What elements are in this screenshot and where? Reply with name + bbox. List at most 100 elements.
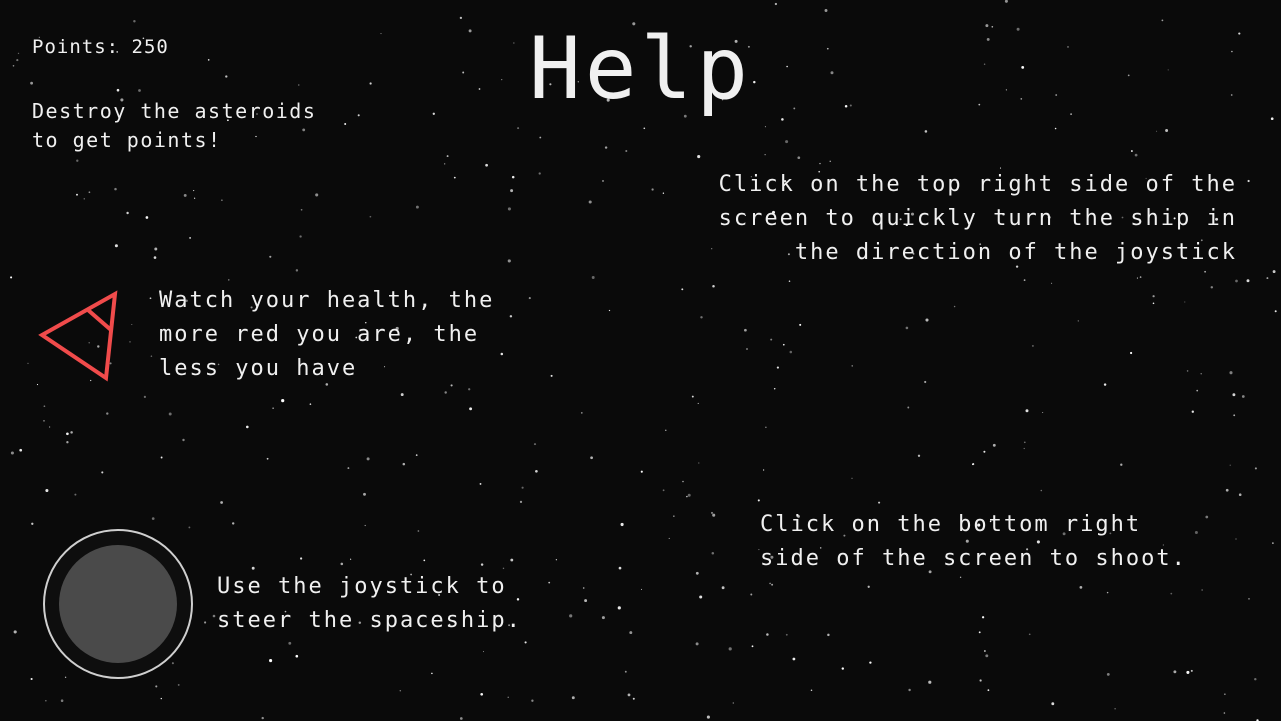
star bbox=[1106, 591, 1109, 594]
star bbox=[153, 256, 157, 259]
star bbox=[662, 489, 665, 492]
star bbox=[114, 187, 117, 191]
ship-triangle-icon bbox=[38, 290, 118, 382]
star bbox=[1247, 179, 1250, 183]
star bbox=[45, 488, 49, 493]
star bbox=[1004, 0, 1008, 3]
star bbox=[189, 236, 192, 239]
star bbox=[700, 316, 703, 319]
star bbox=[732, 702, 734, 704]
star bbox=[1204, 270, 1206, 273]
star bbox=[1106, 673, 1110, 676]
star bbox=[43, 405, 46, 408]
star bbox=[1023, 279, 1026, 281]
star bbox=[194, 197, 196, 199]
star bbox=[533, 443, 537, 446]
star bbox=[1136, 277, 1138, 279]
star bbox=[764, 126, 766, 128]
star bbox=[757, 499, 760, 502]
star bbox=[507, 207, 511, 211]
star bbox=[453, 176, 456, 179]
star bbox=[1196, 389, 1199, 392]
health-hint-text: Watch your health, the more red you are,… bbox=[159, 288, 495, 381]
star bbox=[981, 616, 985, 619]
star bbox=[829, 160, 831, 162]
star bbox=[1200, 372, 1202, 375]
star bbox=[528, 297, 531, 300]
star bbox=[1042, 412, 1044, 413]
star bbox=[531, 699, 534, 702]
star bbox=[369, 215, 372, 218]
star bbox=[1040, 489, 1043, 492]
star bbox=[423, 559, 426, 562]
star bbox=[160, 697, 162, 700]
star bbox=[959, 576, 962, 578]
star bbox=[212, 614, 216, 618]
star bbox=[1241, 395, 1245, 398]
star bbox=[728, 647, 732, 651]
star bbox=[1156, 130, 1158, 132]
star bbox=[1191, 410, 1194, 413]
star bbox=[1248, 598, 1250, 600]
star bbox=[83, 198, 85, 200]
star bbox=[785, 140, 789, 144]
star bbox=[517, 127, 520, 130]
star bbox=[1028, 633, 1031, 636]
star bbox=[509, 315, 513, 318]
star bbox=[364, 524, 366, 527]
star bbox=[340, 562, 344, 566]
star bbox=[788, 280, 791, 282]
star bbox=[851, 477, 853, 479]
star bbox=[824, 9, 828, 12]
star bbox=[1229, 464, 1231, 466]
star bbox=[699, 595, 703, 599]
star bbox=[482, 651, 485, 653]
star bbox=[1170, 592, 1173, 595]
star bbox=[928, 680, 932, 684]
star bbox=[49, 426, 51, 428]
star bbox=[1079, 586, 1083, 589]
star bbox=[485, 163, 488, 167]
star bbox=[953, 305, 956, 308]
star bbox=[1165, 129, 1169, 132]
star bbox=[925, 318, 929, 322]
star bbox=[582, 587, 585, 589]
joystick[interactable] bbox=[43, 529, 193, 679]
star bbox=[640, 588, 643, 590]
star bbox=[366, 457, 370, 461]
objective-text: Destroy the asteroids to get points! bbox=[32, 99, 317, 152]
star bbox=[66, 441, 69, 444]
star bbox=[1051, 702, 1055, 706]
star bbox=[507, 696, 509, 698]
star bbox=[31, 522, 34, 525]
star bbox=[1023, 447, 1025, 450]
star bbox=[402, 462, 406, 466]
star bbox=[13, 630, 17, 634]
star bbox=[524, 641, 527, 644]
star bbox=[905, 326, 909, 330]
star bbox=[315, 193, 319, 197]
help-screen: Points: 250 Help Destroy the asteroids t… bbox=[0, 0, 1281, 721]
star bbox=[789, 350, 793, 354]
star bbox=[1130, 150, 1133, 152]
star bbox=[535, 469, 538, 473]
star bbox=[867, 585, 870, 588]
star bbox=[155, 685, 158, 688]
star bbox=[643, 127, 646, 130]
joystick-knob[interactable] bbox=[59, 545, 177, 663]
star bbox=[74, 493, 77, 496]
star bbox=[604, 146, 608, 149]
star bbox=[1186, 670, 1190, 674]
star bbox=[770, 338, 773, 341]
star bbox=[1210, 286, 1214, 289]
star bbox=[168, 412, 172, 416]
star bbox=[131, 323, 133, 326]
star bbox=[1114, 708, 1116, 710]
star bbox=[193, 190, 195, 192]
star bbox=[1051, 282, 1053, 284]
star bbox=[1023, 441, 1026, 444]
star bbox=[810, 689, 813, 692]
star bbox=[480, 563, 484, 566]
star bbox=[632, 697, 635, 700]
star bbox=[1054, 127, 1057, 130]
